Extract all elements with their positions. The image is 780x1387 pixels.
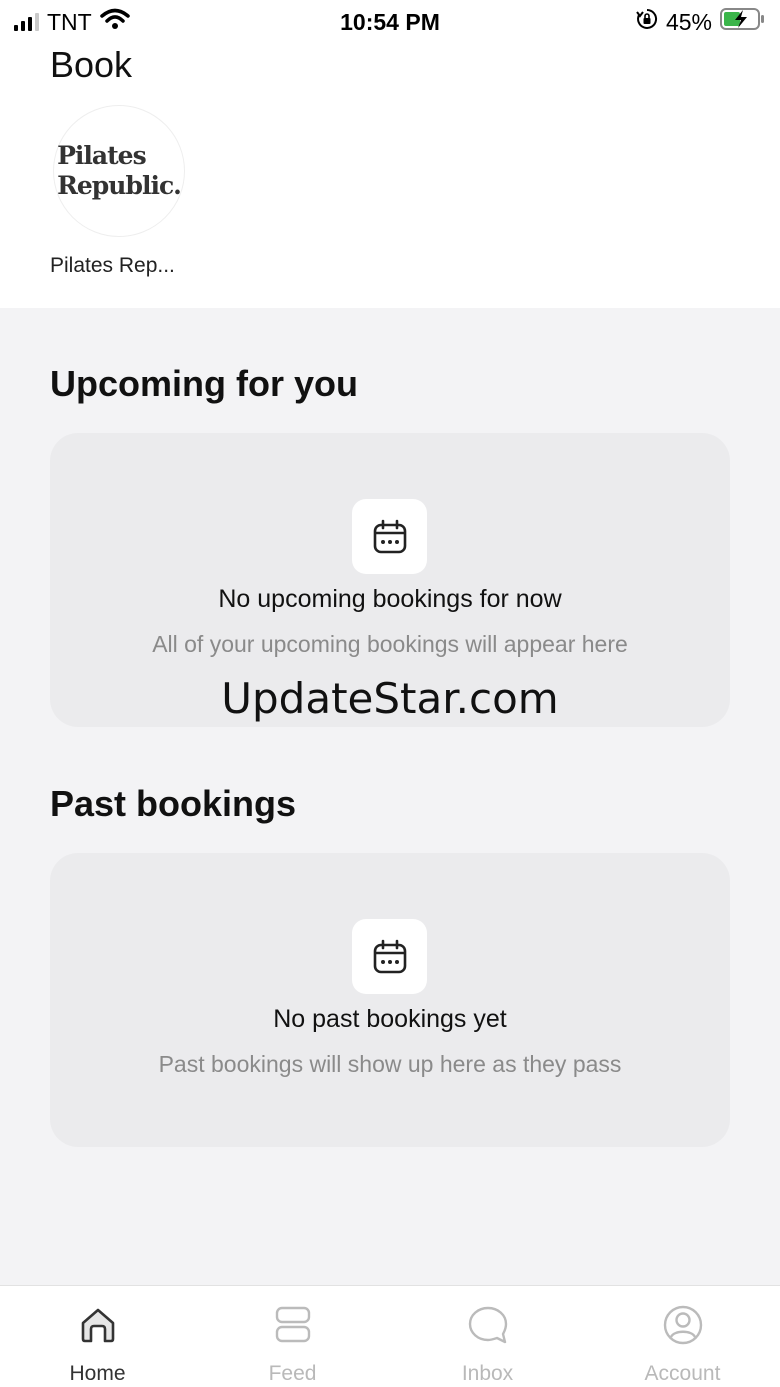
past-empty-heading: No past bookings yet (273, 1005, 507, 1033)
orientation-lock-icon (636, 8, 658, 36)
feed-icon (273, 1304, 313, 1346)
upcoming-empty-subtext: All of your upcoming bookings will appea… (152, 631, 628, 657)
studio-logo: Pilates Republic. (57, 141, 182, 201)
tab-account-label: Account (644, 1362, 721, 1385)
battery-charging-icon (720, 7, 766, 37)
upcoming-empty-heading: No upcoming bookings for now (218, 585, 562, 613)
carrier-label: TNT (47, 8, 92, 35)
user-icon (662, 1304, 704, 1346)
chat-bubble-icon (467, 1304, 509, 1346)
calendar-icon (352, 919, 427, 994)
battery-percentage: 45% (665, 8, 712, 35)
tab-home-label: Home (69, 1362, 126, 1385)
upcoming-section-title: Upcoming for you (50, 363, 358, 404)
bookings-area: Upcoming for you No upcoming bookings fo… (0, 308, 780, 1285)
signal-icon (14, 13, 39, 31)
calendar-icon (352, 499, 427, 574)
tab-feed-label: Feed (268, 1362, 317, 1385)
studio-avatar[interactable]: Pilates Republic. (53, 105, 185, 237)
tab-home[interactable]: Home (0, 1286, 195, 1387)
studio-name[interactable]: Pilates Rep... (50, 254, 175, 278)
past-empty-subtext: Past bookings will show up here as they … (158, 1051, 622, 1077)
tab-feed[interactable]: Feed (195, 1286, 390, 1387)
tab-inbox-label: Inbox (461, 1362, 514, 1385)
tab-inbox[interactable]: Inbox (390, 1286, 585, 1387)
bottom-tab-bar: Home Feed Inbox Account (0, 1285, 780, 1387)
studio-logo-line1: Pilates (57, 141, 147, 170)
home-icon (78, 1304, 118, 1346)
status-right: 45% (636, 7, 766, 37)
wifi-icon (99, 8, 130, 36)
page-title: Book (50, 44, 133, 85)
status-bar: TNT 10:54 PM 45% (0, 0, 780, 44)
watermark-text: UpdateStar.com (221, 674, 559, 723)
status-left: TNT (14, 8, 130, 36)
past-section-title: Past bookings (50, 783, 297, 824)
tab-account[interactable]: Account (585, 1286, 780, 1387)
header-section: Book Pilates Republic. Pilates Rep... (0, 44, 780, 308)
studio-logo-line2: Republic. (57, 171, 182, 200)
past-empty-card: No past bookings yet Past bookings will … (50, 853, 730, 1147)
